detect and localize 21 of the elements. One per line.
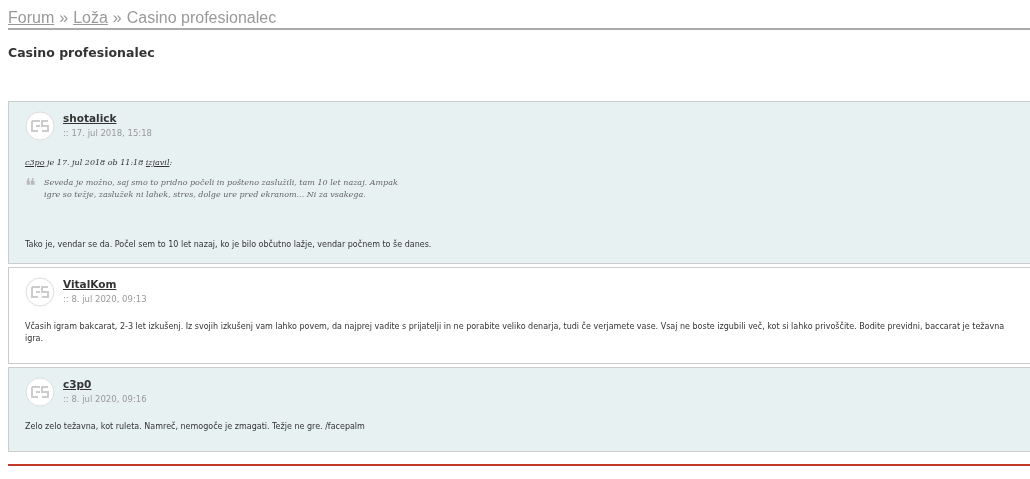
post-date: :: 8. jul 2020, 09:16 — [63, 392, 147, 406]
breadcrumb-text: » — [112, 8, 122, 28]
avatar-icon — [25, 376, 55, 407]
author-link[interactable]: shotalick — [63, 110, 152, 127]
author-link[interactable]: c3p0 — [63, 376, 147, 393]
author-link[interactable]: VitalKom — [63, 276, 147, 293]
page-title: Casino profesionalec — [8, 44, 156, 63]
breadcrumb-text: » — [59, 8, 69, 28]
quote-meta: je 17. jul 2018 ob 11:18 — [45, 157, 145, 167]
post-body: Zelo zelo težavna, kot ruleta. Namreč, nemogoče je zmagati. Težje ne gre. /facepalm — [25, 420, 366, 433]
post-date: :: 8. jul 2020, 09:13 — [63, 292, 147, 306]
breadcrumb-text: Casino profesionalec — [126, 8, 277, 28]
post-date: :: 17. jul 2018, 15:18 — [63, 126, 152, 140]
quote-colon: : — [169, 157, 173, 167]
avatar-icon — [25, 110, 55, 141]
quote-author-link[interactable]: c3po — [25, 157, 45, 167]
quote-text: Seveda je možno, saj smo to pridno počeli in pošteno zaslužili, tam 10 let nazaj. Ampak igre so težje, zaslužek ni lahek, stres, dolge ure pred ekranom... Ni za vsakega. — [44, 176, 399, 201]
avatar-icon — [25, 276, 55, 307]
post-body: Tako je, vendar se da. Počel sem to 10 let nazaj, ko je bilo občutno lažje, vendar počnem to še danes. — [25, 238, 433, 251]
post-body: Včasih igram bakcarat, 2-3 let izkušenj. Iz svojih izkušenj vam lahko povem, da najprej vadite s prijatelji in ne porabite veliko denarja, tudi če verjamete vase. Vsaj ne boste izgubili več, kot si lahko privoščite. Bodite previdni, baccarat je težavna igra. — [25, 320, 1006, 345]
quote-icon: ❝ — [25, 176, 36, 201]
